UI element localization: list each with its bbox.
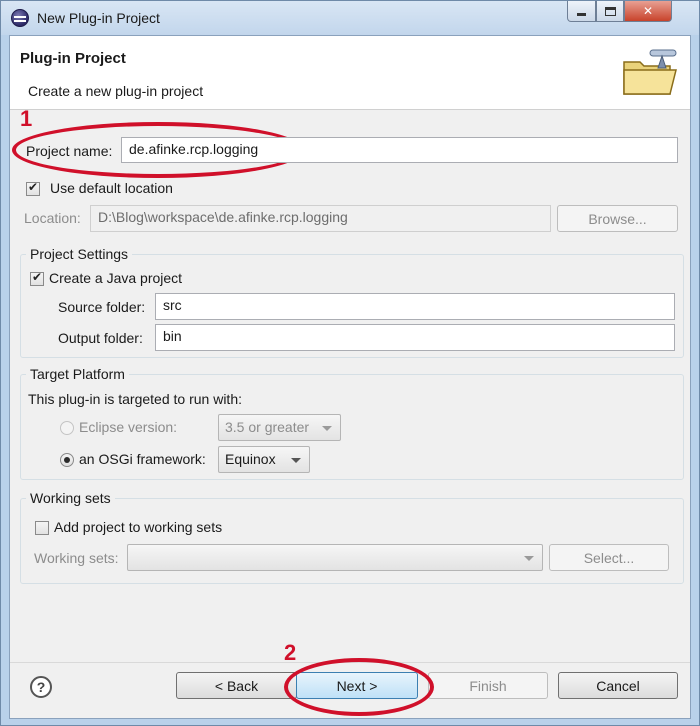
annotation-marker-1: 1 xyxy=(20,106,33,131)
working-sets-select[interactable] xyxy=(127,544,543,571)
close-button[interactable]: ✕ xyxy=(624,1,672,22)
dialog-client: Plug-in Project Create a new plug-in pro… xyxy=(9,35,691,719)
project-name-input[interactable]: de.afinke.rcp.logging xyxy=(121,137,678,163)
window-title: New Plug-in Project xyxy=(37,10,160,26)
add-to-working-sets-label: Add project to working sets xyxy=(54,519,223,535)
annotation-marker-2: 2 xyxy=(284,640,297,665)
minimize-icon xyxy=(577,13,586,16)
help-icon[interactable]: ? xyxy=(30,676,52,698)
target-platform-description: This plug-in is targeted to run with: xyxy=(28,391,242,407)
eclipse-version-value: 3.5 or greater xyxy=(225,419,310,435)
output-folder-input[interactable]: bin xyxy=(155,324,675,351)
title-bar[interactable]: New Plug-in Project ✕ xyxy=(1,1,699,35)
source-folder-label: Source folder: xyxy=(58,299,146,315)
maximize-icon xyxy=(604,6,616,16)
minimize-button[interactable] xyxy=(567,1,596,22)
osgi-framework-value: Equinox xyxy=(225,451,276,467)
maximize-button[interactable] xyxy=(596,1,624,22)
eclipse-version-radio[interactable] xyxy=(60,421,74,435)
location-input[interactable]: D:\Blog\workspace\de.afinke.rcp.logging xyxy=(90,205,551,232)
wizard-banner: Plug-in Project Create a new plug-in pro… xyxy=(10,36,690,110)
chevron-down-icon xyxy=(291,458,301,463)
source-folder-input[interactable]: src xyxy=(155,293,675,320)
close-icon: ✕ xyxy=(642,4,654,18)
working-sets-title: Working sets xyxy=(26,490,115,506)
eclipse-version-select[interactable]: 3.5 or greater xyxy=(218,414,341,441)
select-working-sets-button[interactable]: Select... xyxy=(549,544,669,571)
annotation-ellipse-2 xyxy=(284,658,434,716)
finish-button[interactable]: Finish xyxy=(428,672,548,699)
working-sets-label: Working sets: xyxy=(34,550,119,566)
page-description: Create a new plug-in project xyxy=(28,83,204,99)
location-label: Location: xyxy=(24,210,81,226)
create-java-project-checkbox[interactable] xyxy=(30,270,44,286)
osgi-framework-select[interactable]: Equinox xyxy=(218,446,310,473)
output-folder-label: Output folder: xyxy=(58,330,143,346)
target-platform-title: Target Platform xyxy=(26,366,129,382)
browse-button[interactable]: Browse... xyxy=(557,205,678,232)
dialog-window: New Plug-in Project ✕ Plug-in Project Cr… xyxy=(0,0,700,726)
osgi-framework-radio[interactable] xyxy=(60,453,74,467)
working-sets-group xyxy=(20,498,684,584)
page-title: Plug-in Project xyxy=(20,50,126,67)
project-settings-title: Project Settings xyxy=(26,246,133,262)
cancel-button[interactable]: Cancel xyxy=(558,672,678,699)
use-default-location-checkbox[interactable] xyxy=(26,180,40,196)
create-java-project-label: Create a Java project xyxy=(49,270,183,286)
osgi-framework-label: an OSGi framework: xyxy=(79,451,206,467)
back-button[interactable]: < Back xyxy=(176,672,297,699)
project-name-label: Project name: xyxy=(26,143,113,159)
eclipse-version-label: Eclipse version: xyxy=(79,419,178,435)
add-to-working-sets-checkbox[interactable] xyxy=(35,521,49,535)
folder-wizard-icon xyxy=(623,49,677,95)
chevron-down-icon xyxy=(524,556,534,561)
chevron-down-icon xyxy=(322,426,332,431)
use-default-location-label: Use default location xyxy=(50,180,173,196)
eclipse-icon xyxy=(11,9,29,27)
